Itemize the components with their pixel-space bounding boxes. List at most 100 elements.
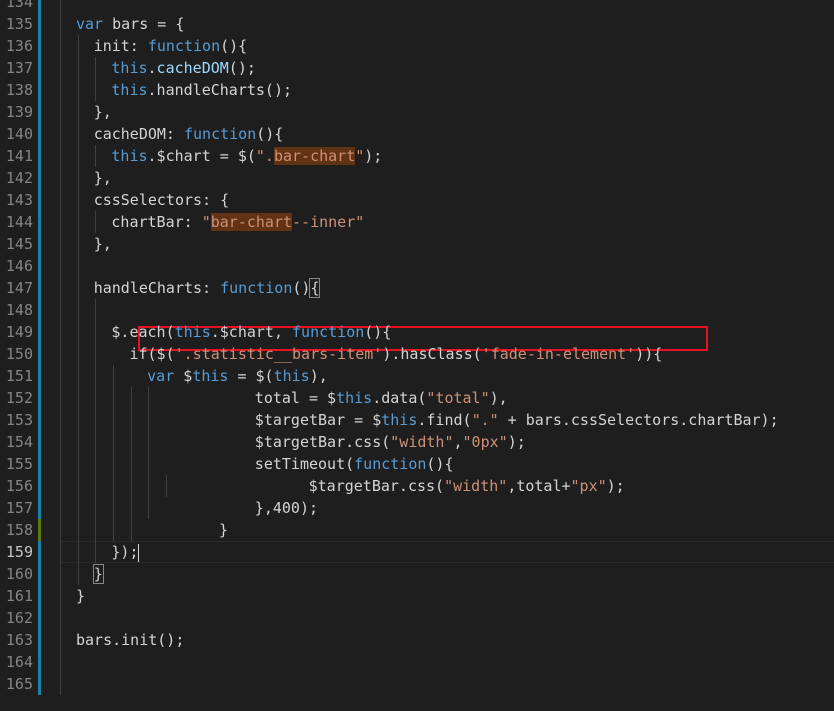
code-token: }	[76, 587, 86, 605]
code-text[interactable]: },	[94, 233, 112, 255]
code-text[interactable]: chartBar: "bar-chart--inner"	[111, 211, 364, 233]
code-token: function	[354, 455, 427, 473]
code-line[interactable]: 153 $targetBar = $this.find("." + bars.c…	[0, 409, 834, 431]
code-text[interactable]: }	[76, 585, 85, 607]
code-text[interactable]: }	[147, 519, 228, 541]
code-line[interactable]: 136 init: function(){	[0, 35, 834, 57]
gutter-change-marker	[38, 585, 41, 607]
indent-guide	[60, 299, 61, 321]
code-line[interactable]: 149 $.each(this.$chart, function(){	[0, 321, 834, 343]
indent-guide	[113, 519, 114, 541]
code-line[interactable]: 160}	[0, 563, 834, 585]
code-token: bars = {	[103, 15, 185, 33]
code-line[interactable]: 139},	[0, 101, 834, 123]
code-text[interactable]: var bars = {	[76, 13, 184, 35]
code-text[interactable]: $targetBar.css("width",total+"px");	[182, 475, 625, 497]
code-text[interactable]: setTimeout(function(){	[165, 453, 454, 475]
code-line[interactable]: 154 $targetBar.css("width","0px");	[0, 431, 834, 453]
code-text[interactable]: this.cacheDOM();	[111, 57, 256, 79]
code-token: "	[201, 213, 211, 231]
code-line[interactable]: 135 var bars = {	[0, 13, 834, 35]
line-number: 139	[5, 103, 33, 121]
indent-guide	[78, 101, 79, 123]
line-number: 134	[5, 0, 33, 11]
code-line[interactable]: 137 this.cacheDOM();	[0, 57, 834, 79]
code-token: 'fade-in-element'	[481, 345, 636, 363]
code-text[interactable]: this.handleCharts();	[111, 79, 292, 101]
code-token: cacheDOM:	[93, 125, 184, 143]
code-line[interactable]: 142},	[0, 167, 834, 189]
code-text[interactable]: var $this = $(this),	[129, 365, 328, 387]
code-text[interactable]: init: function(){	[94, 35, 248, 57]
indent-guide	[78, 475, 79, 497]
indent-guide	[78, 233, 79, 255]
indent-guide	[78, 321, 79, 343]
code-editor[interactable]: 134 135 var bars = {136 init: function(){13…	[0, 0, 834, 711]
indent-guide	[95, 321, 96, 343]
code-text[interactable]: $targetBar.css("width","0px");	[165, 431, 526, 453]
code-text[interactable]: $targetBar = $this.find("." + bars.cssSe…	[165, 409, 779, 431]
gutter-change-marker	[38, 453, 41, 475]
indent-guide	[131, 453, 132, 475]
code-token: this	[273, 367, 310, 385]
code-text[interactable]: bars.init();	[76, 629, 184, 651]
code-line[interactable]: 141 this.$chart = $(".bar-chart");	[0, 145, 834, 167]
code-text[interactable]: },	[94, 101, 112, 123]
code-line[interactable]: 155 setTimeout(function(){	[0, 453, 834, 475]
code-line[interactable]: 150 if($('.statistic__bars-item').hasCla…	[0, 343, 834, 365]
indent-guide	[95, 299, 96, 321]
gutter-change-marker	[38, 277, 41, 299]
code-line[interactable]: 162	[0, 607, 834, 629]
code-line[interactable]: 158 }	[0, 519, 834, 541]
code-line[interactable]: 161}	[0, 585, 834, 607]
indent-guide	[95, 475, 96, 497]
code-line[interactable]: 165	[0, 673, 834, 695]
indent-guide	[60, 497, 61, 519]
code-text[interactable]: }	[92, 563, 104, 585]
code-line[interactable]: 159});	[0, 541, 834, 563]
indent-guide	[78, 453, 79, 475]
code-text[interactable]: cacheDOM: function(){	[94, 123, 284, 145]
code-text[interactable]: },400);	[165, 497, 318, 519]
code-line[interactable]: 151 var $this = $(this),	[0, 365, 834, 387]
gutter-change-marker	[38, 167, 41, 189]
code-line[interactable]: 146	[0, 255, 834, 277]
code-text[interactable]: });	[111, 541, 140, 563]
code-text[interactable]: if($('.statistic__bars-item').hasClass('…	[111, 343, 662, 365]
text-cursor	[138, 543, 140, 562]
gutter-change-marker	[38, 255, 41, 277]
indent-guide	[60, 277, 61, 299]
code-line[interactable]: 138 this.handleCharts();	[0, 79, 834, 101]
code-token: ).hasClass(	[382, 345, 482, 363]
code-text[interactable]: handleCharts: function(){	[94, 277, 321, 299]
indent-guide	[60, 519, 61, 541]
code-line[interactable]: 144 chartBar: "bar-chart--inner"	[0, 211, 834, 233]
code-text[interactable]: },	[94, 167, 112, 189]
indent-guide	[60, 453, 61, 475]
code-line[interactable]: 147 handleCharts: function(){	[0, 277, 834, 299]
indent-guide	[78, 57, 79, 79]
code-line[interactable]: 140 cacheDOM: function(){	[0, 123, 834, 145]
code-line[interactable]: 164	[0, 651, 834, 673]
code-line[interactable]: 157 },400);	[0, 497, 834, 519]
code-line[interactable]: 143 cssSelectors: {	[0, 189, 834, 211]
code-line[interactable]: 156 $targetBar.css("width",total+"px");	[0, 475, 834, 497]
code-token: {	[309, 278, 321, 298]
code-token: this	[111, 147, 148, 165]
code-line[interactable]: 163 bars.init();	[0, 629, 834, 651]
line-number: 152	[5, 389, 33, 407]
indent-guide	[60, 365, 61, 387]
code-line[interactable]: 148	[0, 299, 834, 321]
code-token: cssSelectors: {	[93, 191, 230, 209]
code-text[interactable]: total = $this.data("total"),	[165, 387, 508, 409]
line-number: 165	[5, 675, 33, 693]
code-text[interactable]: this.$chart = $(".bar-chart");	[111, 145, 382, 167]
indent-guide	[60, 673, 61, 695]
code-line[interactable]: 134	[0, 0, 834, 13]
code-text[interactable]: cssSelectors: {	[94, 189, 229, 211]
code-text[interactable]: $.each(this.$chart, function(){	[111, 321, 391, 343]
gutter-change-marker	[38, 189, 41, 211]
indent-guide	[95, 79, 96, 101]
code-line[interactable]: 152 total = $this.data("total"),	[0, 387, 834, 409]
code-line[interactable]: 145},	[0, 233, 834, 255]
